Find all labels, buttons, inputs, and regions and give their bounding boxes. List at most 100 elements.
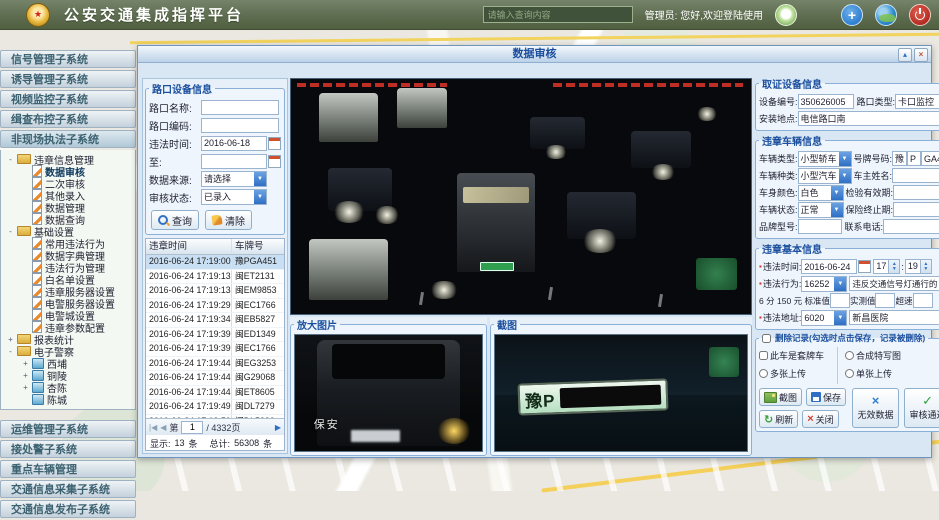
- phone-input[interactable]: [883, 219, 939, 234]
- record-row[interactable]: 2016-06-24 17:19:49 闽DL7279: [146, 400, 284, 415]
- record-row[interactable]: 2016-06-24 17:19:39 闽EC1766: [146, 342, 284, 357]
- sidebar-panel-header-active[interactable]: 非现场执法子系统: [0, 130, 136, 148]
- sidebar-panel-header[interactable]: 运维管理子系统: [0, 420, 136, 438]
- body-color-select[interactable]: 白色▼: [798, 185, 844, 201]
- calendar-icon[interactable]: [858, 260, 871, 273]
- owner-name-input[interactable]: [892, 168, 939, 183]
- sidebar-panel-header[interactable]: 信号管理子系统: [0, 50, 136, 68]
- apps-grid-icon[interactable]: [809, 5, 829, 25]
- approve-button[interactable]: ✓审核通过: [904, 388, 939, 428]
- tree-item[interactable]: + 杏陈: [1, 381, 135, 393]
- tree-toggle-icon[interactable]: +: [21, 383, 30, 392]
- sidebar-panel-header[interactable]: 缉查布控子系统: [0, 110, 136, 128]
- refresh-button[interactable]: ↻刷新: [759, 410, 798, 428]
- tree-toggle-icon[interactable]: -: [6, 347, 15, 356]
- record-row[interactable]: 2016-06-24 17:19:34 闽EB5827: [146, 313, 284, 328]
- inspection-input[interactable]: [893, 185, 939, 200]
- measured-input[interactable]: [875, 293, 895, 308]
- address-name-input[interactable]: [849, 310, 939, 325]
- standard-input[interactable]: [830, 293, 850, 308]
- plate-province-input[interactable]: [892, 151, 907, 166]
- multi-upload-option[interactable]: 多张上传: [759, 367, 837, 380]
- vehicle-class-select[interactable]: 小型汽车▼: [798, 168, 852, 184]
- behavior-code-select[interactable]: 16252▼: [801, 276, 847, 292]
- sidebar-panel-header[interactable]: 接处警子系统: [0, 440, 136, 458]
- crossing-code-input[interactable]: [201, 118, 279, 133]
- surveillance-video-image[interactable]: [290, 78, 752, 315]
- theme-icon[interactable]: [775, 4, 797, 26]
- record-row[interactable]: 2016-06-24 17:19:39 闽ED1349: [146, 328, 284, 343]
- clone-plate-option[interactable]: 此车是套牌车: [759, 349, 837, 362]
- delete-record-checkbox[interactable]: [762, 334, 771, 343]
- plate-letter-input[interactable]: [907, 151, 921, 166]
- tree-toggle-icon[interactable]: -: [6, 227, 15, 236]
- sidebar-panel-header[interactable]: 重点车辆管理: [0, 460, 136, 478]
- col-plate[interactable]: 车牌号: [232, 239, 284, 254]
- overspeed-input[interactable]: [913, 293, 933, 308]
- query-button[interactable]: 查询: [151, 210, 199, 230]
- record-row[interactable]: 2016-06-24 17:19:13 闽EM9853: [146, 284, 284, 299]
- minute-spinner[interactable]: 19▲▼: [905, 259, 932, 274]
- save-button[interactable]: 保存: [806, 388, 846, 406]
- record-row[interactable]: 2016-06-24 17:19:44 闽ET8605: [146, 386, 284, 401]
- grid-header[interactable]: 违章时间 车牌号: [146, 239, 284, 255]
- sidebar-panel-header[interactable]: 交通信息发布子系统: [0, 500, 136, 518]
- globe-icon[interactable]: [875, 4, 897, 26]
- invalid-data-button[interactable]: ×无效数据: [852, 388, 899, 428]
- calendar-icon[interactable]: [268, 137, 281, 150]
- tree-item[interactable]: + 西埔: [1, 357, 135, 369]
- address-code-select[interactable]: 6020▼: [801, 310, 847, 326]
- collapse-icon[interactable]: ▴: [898, 48, 912, 62]
- composite-option[interactable]: 合成特写图: [845, 349, 939, 362]
- time-to-input[interactable]: [201, 154, 267, 169]
- behavior-desc-input[interactable]: [849, 276, 939, 291]
- power-logout-icon[interactable]: [909, 4, 931, 26]
- tree-item[interactable]: + 铜陵: [1, 369, 135, 381]
- record-row[interactable]: 2016-06-24 17:19:00 豫PGA451: [146, 255, 284, 270]
- insurance-input[interactable]: [893, 202, 939, 217]
- crossing-name-input[interactable]: [201, 100, 279, 115]
- record-row[interactable]: 2016-06-24 17:19:13 闽ET2131: [146, 270, 284, 285]
- snapshot-image[interactable]: 豫P: [494, 334, 748, 452]
- tree-node-icon: [32, 249, 42, 261]
- tree-item[interactable]: - 电子警察: [1, 345, 135, 357]
- close-button[interactable]: ×关闭: [802, 410, 838, 428]
- status-select[interactable]: 已录入▼: [201, 189, 267, 205]
- sidebar-panel-header[interactable]: 视频监控子系统: [0, 90, 136, 108]
- calendar-icon[interactable]: [268, 155, 281, 168]
- tree-item[interactable]: 陈城: [1, 393, 135, 405]
- tree-toggle-icon[interactable]: +: [21, 359, 30, 368]
- snapshot-button[interactable]: 截图: [759, 388, 802, 406]
- tree-toggle-icon[interactable]: -: [6, 155, 15, 164]
- tree-toggle-icon[interactable]: +: [6, 335, 15, 344]
- col-violation-time[interactable]: 违章时间: [146, 239, 232, 254]
- pager-prev-icon[interactable]: ◀: [160, 423, 166, 432]
- record-row[interactable]: 2016-06-24 17:19:29 闽EC1766: [146, 299, 284, 314]
- vehicle-status-select[interactable]: 正常▼: [798, 202, 844, 218]
- single-upload-option[interactable]: 单张上传: [845, 367, 939, 380]
- pager-next-icon[interactable]: ▶: [275, 423, 281, 432]
- close-icon[interactable]: ×: [914, 48, 928, 62]
- clear-button[interactable]: 清除: [205, 210, 252, 230]
- sidebar-panel-header[interactable]: 诱导管理子系统: [0, 70, 136, 88]
- sidebar-panel-header[interactable]: 交通信息采集子系统: [0, 480, 136, 498]
- brand-model-input[interactable]: [798, 219, 842, 234]
- global-search-input[interactable]: [483, 6, 633, 23]
- record-row[interactable]: 2016-06-24 17:19:44 闽EG3253: [146, 357, 284, 372]
- crossing-type-input[interactable]: [895, 94, 939, 109]
- tree-toggle-icon[interactable]: +: [21, 371, 30, 380]
- device-no-input[interactable]: [798, 94, 854, 109]
- violation-date-input[interactable]: [801, 259, 857, 274]
- vehicle-type-select[interactable]: 小型轿车▼: [798, 151, 852, 167]
- record-row[interactable]: 2016-06-24 17:19:44 闽G29068: [146, 371, 284, 386]
- add-icon[interactable]: +: [841, 4, 863, 26]
- install-loc-input[interactable]: [798, 111, 939, 126]
- plate-number-input[interactable]: [921, 151, 939, 166]
- pager-first-icon[interactable]: |◀: [149, 423, 157, 432]
- window-titlebar[interactable]: 数据审核 ▴ ×: [138, 46, 931, 63]
- zoom-image[interactable]: 保安: [294, 334, 483, 452]
- pager-page-input[interactable]: [181, 421, 203, 434]
- source-select[interactable]: 请选择▼: [201, 171, 267, 187]
- time-from-input[interactable]: [201, 136, 267, 151]
- hour-spinner[interactable]: 17▲▼: [873, 259, 900, 274]
